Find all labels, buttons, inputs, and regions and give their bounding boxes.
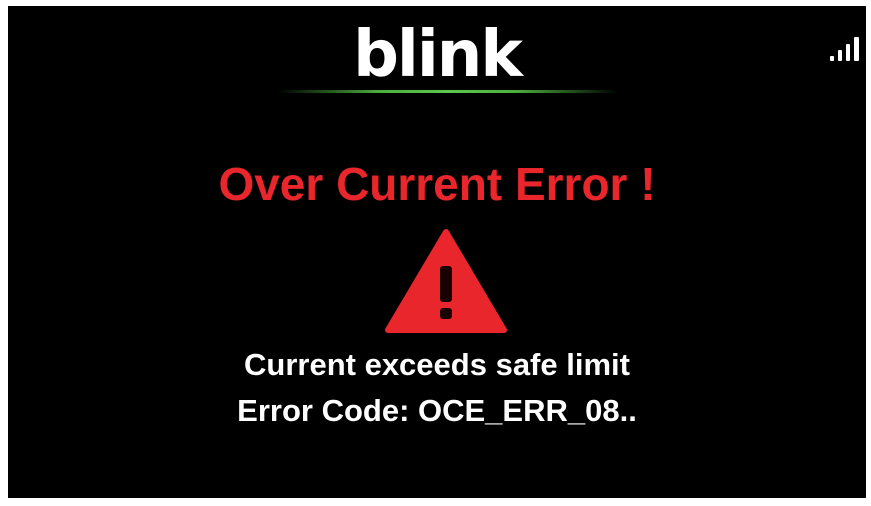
brand-logo: blink <box>353 18 523 92</box>
error-message: Current exceeds safe limit <box>244 347 630 382</box>
signal-strength-icon <box>830 37 859 61</box>
error-title: Over Current Error ! <box>218 158 656 210</box>
logo-underline <box>278 90 618 93</box>
error-code: Error Code: OCE_ERR_08.. <box>237 393 637 428</box>
charger-display: blink Over Current Error ! Current excee… <box>8 6 866 498</box>
warning-triangle-icon <box>385 229 507 333</box>
